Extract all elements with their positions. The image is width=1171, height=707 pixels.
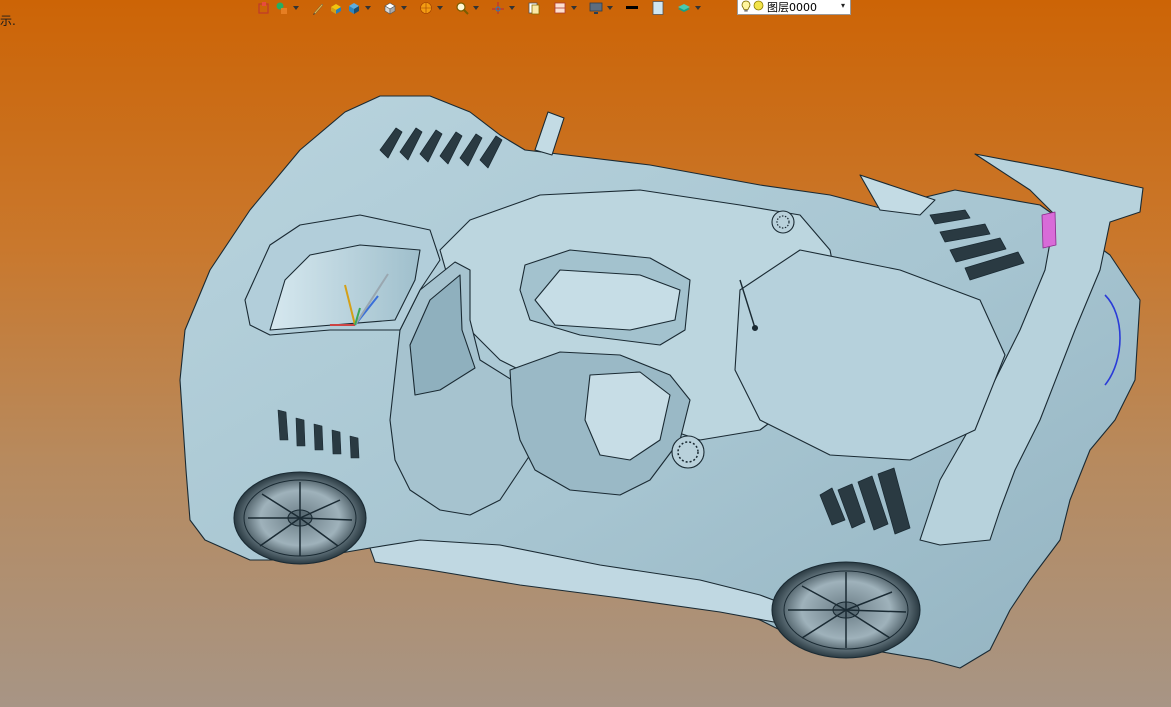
- 3d-viewport[interactable]: 示. 图层0000 ▾: [0, 0, 1171, 707]
- front-wheel: [233, 471, 367, 565]
- highlight-edge-pink: [1041, 211, 1057, 249]
- side-fin: [534, 111, 565, 156]
- rear-wheel: [771, 561, 921, 659]
- car-model-render[interactable]: [0, 0, 1171, 707]
- fuel-cap: [671, 435, 705, 469]
- roof-cap: [771, 210, 795, 234]
